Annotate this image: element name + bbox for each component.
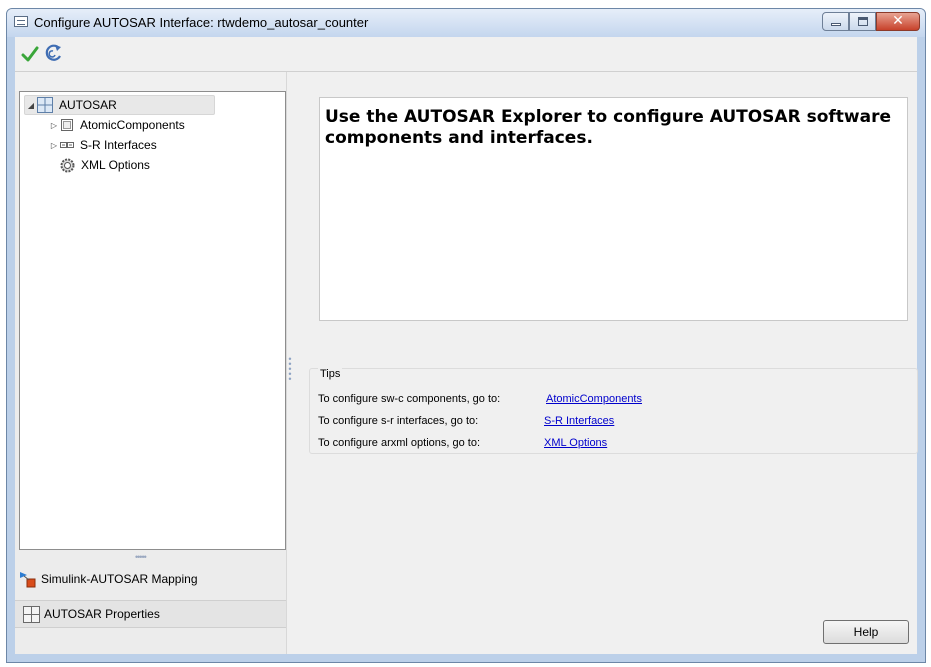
close-icon: ✕ <box>892 13 904 29</box>
content-pane: • • • • • Use the AUTOSAR Explorer to config… <box>287 72 918 654</box>
maximize-button[interactable] <box>849 12 876 31</box>
tips-title: Tips <box>318 368 343 380</box>
tip-label: To configure sw-c components, go to: <box>318 393 501 405</box>
welcome-text: Use the AUTOSAR Explorer to configure AU… <box>325 107 892 148</box>
mapping-label: Simulink-AUTOSAR Mapping <box>41 572 198 586</box>
horizontal-splitter[interactable]: ••••• <box>135 552 147 562</box>
pane-header <box>15 72 286 91</box>
close-button[interactable]: ✕ <box>876 12 920 31</box>
tree-label: S-R Interfaces <box>80 138 157 152</box>
tip-label: To configure arxml options, go to: <box>318 437 481 449</box>
welcome-panel: Use the AUTOSAR Explorer to configure AU… <box>319 97 908 321</box>
nav-autosar-properties[interactable]: AUTOSAR Properties <box>15 600 286 628</box>
expand-arrow-icon[interactable]: ▷ <box>48 141 60 150</box>
mapping-icon <box>20 572 36 588</box>
tree-node-atomiccomponents[interactable]: ▷ AtomicComponents <box>48 115 185 135</box>
check-icon[interactable] <box>21 45 39 63</box>
client-area: ◢ AUTOSAR ▷ AtomicComponents ▷ S-R Inter… <box>15 37 918 654</box>
tree-label-autosar: AUTOSAR <box>59 98 117 112</box>
tree-node-sr-interfaces[interactable]: ▷ S-R Interfaces <box>48 135 157 155</box>
navigation-pane: ◢ AUTOSAR ▷ AtomicComponents ▷ S-R Inter… <box>15 72 287 654</box>
package-grid-icon <box>23 605 40 623</box>
interface-icon <box>60 142 74 148</box>
toolbar <box>15 37 917 72</box>
tree-label: AtomicComponents <box>80 118 185 132</box>
tree-node-autosar[interactable]: ◢ AUTOSAR <box>24 95 215 115</box>
explorer-tree[interactable]: ◢ AUTOSAR ▷ AtomicComponents ▷ S-R Inter… <box>19 91 286 550</box>
refresh-icon[interactable] <box>44 43 64 63</box>
tree-node-xml-options[interactable]: XML Options <box>60 155 150 175</box>
tip-label: To configure s-r interfaces, go to: <box>318 415 479 427</box>
minimize-button[interactable] <box>822 12 849 31</box>
link-sr-interfaces[interactable]: S-R Interfaces <box>544 415 614 427</box>
tips-panel: Tips To configure sw-c components, go to… <box>309 368 918 454</box>
minimize-icon <box>831 23 841 26</box>
expand-arrow-icon[interactable]: ▷ <box>48 121 60 130</box>
window-title: Configure AUTOSAR Interface: rtwdemo_aut… <box>34 15 369 30</box>
nav-simulink-autosar-mapping[interactable]: Simulink-AUTOSAR Mapping <box>15 564 286 594</box>
dialog-window: Configure AUTOSAR Interface: rtwdemo_aut… <box>6 8 926 663</box>
tree-label: XML Options <box>81 158 150 172</box>
vertical-splitter[interactable]: • • • • • <box>287 355 293 387</box>
collapse-arrow-icon[interactable]: ◢ <box>25 101 37 110</box>
gear-icon <box>60 158 75 172</box>
component-icon <box>61 119 73 131</box>
maximize-icon <box>858 17 868 26</box>
title-bar[interactable]: Configure AUTOSAR Interface: rtwdemo_aut… <box>7 9 925 37</box>
properties-label: AUTOSAR Properties <box>44 607 160 621</box>
link-xml-options[interactable]: XML Options <box>544 437 607 449</box>
package-grid-icon <box>37 97 53 113</box>
window-controls: ✕ <box>822 12 920 31</box>
link-atomiccomponents[interactable]: AtomicComponents <box>546 393 642 405</box>
app-icon <box>14 16 28 27</box>
help-button[interactable]: Help <box>823 620 909 644</box>
